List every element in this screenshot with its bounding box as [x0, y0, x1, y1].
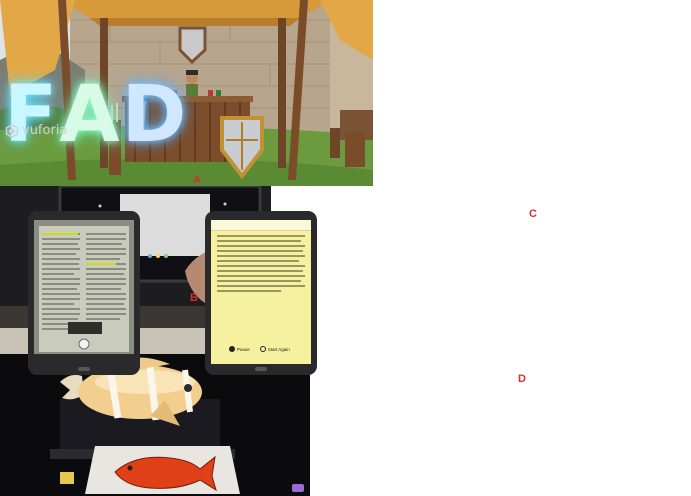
- reader-toolbar: [211, 220, 311, 231]
- panel-d-ar-fish: vuforia: [0, 123, 310, 496]
- document-camera-view: [34, 220, 134, 364]
- panel-a-label: A: [193, 174, 201, 186]
- restart-icon: [259, 346, 266, 352]
- panel-c-label: C: [529, 208, 537, 220]
- pause-label: Pause: [237, 346, 250, 352]
- playback-controls: Pause Start Again: [229, 346, 290, 352]
- start-again-label: Start Again: [267, 346, 290, 352]
- tablet-left: [28, 211, 140, 375]
- tablet-right: Pause Start Again: [205, 211, 317, 375]
- ar-fish-scene: [0, 354, 310, 496]
- panel-b-label: B: [190, 292, 198, 304]
- pause-button[interactable]: Pause: [229, 346, 250, 352]
- reader-text-lines: [217, 235, 305, 292]
- home-indicator-right: [255, 367, 267, 371]
- tablet-left-screen: [34, 220, 134, 364]
- home-indicator-left: [78, 367, 90, 371]
- start-again-button[interactable]: Start Again: [259, 346, 290, 352]
- panel-d-label: D: [518, 373, 526, 385]
- tablet-right-screen: Pause Start Again: [211, 220, 311, 364]
- pause-icon: [229, 346, 235, 352]
